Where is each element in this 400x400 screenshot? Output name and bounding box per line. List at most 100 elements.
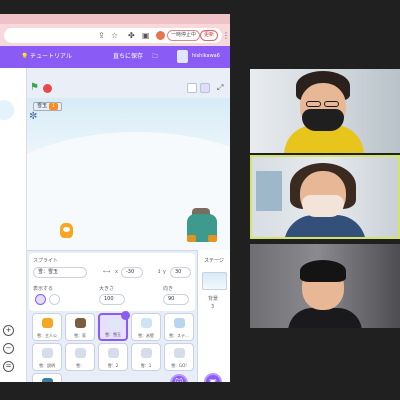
sprite-tile[interactable]: 雪： xyxy=(65,343,95,371)
sprite-tile[interactable]: 雪：氷壁 xyxy=(131,313,161,341)
tutorials-link[interactable]: チュートリアル xyxy=(30,51,72,62)
sprite-name-field[interactable]: 雪：雪玉 xyxy=(33,267,87,278)
sprite-info-panel: スプライト 雪：雪玉 ⟷ x -30 ↕ y 30 表示する 大きさ 100 向… xyxy=(29,253,195,311)
backdrops-count: 3 xyxy=(211,304,215,310)
variable-monitor: 雪玉 1 xyxy=(33,102,63,111)
participant-video-2[interactable] xyxy=(250,155,400,239)
bookshelf xyxy=(256,171,282,211)
robot-foot-left xyxy=(187,235,196,242)
share-icon[interactable]: ⇪ xyxy=(98,30,105,41)
tutorials-icon[interactable]: 💡 xyxy=(21,51,28,62)
stage-canvas[interactable]: 雪玉 1 ✼ xyxy=(27,98,230,250)
white-mask xyxy=(302,195,344,217)
x-label: x xyxy=(115,269,118,275)
update-button[interactable]: 更新 xyxy=(200,30,219,41)
sprite-tile-name: 雪：雪玉 xyxy=(105,332,121,337)
sprite-label: スプライト xyxy=(33,258,59,264)
sprite-tile[interactable]: 雪：2 xyxy=(98,343,128,371)
stage-panel-title: ステージ xyxy=(204,258,224,264)
sprite-tile-name: 雪：説明 xyxy=(39,363,55,368)
extension-icon[interactable]: ✤ xyxy=(128,30,135,41)
sprite-tile[interactable]: 雪：ボイ… xyxy=(32,373,62,382)
x-field[interactable]: -30 xyxy=(121,267,143,278)
sidebar-icon[interactable]: ▣ xyxy=(142,30,150,41)
size-field[interactable]: 100 xyxy=(99,294,125,305)
browser-tab-strip[interactable] xyxy=(0,14,230,24)
robot-foot-right xyxy=(208,235,217,242)
choose-sprite-icon[interactable]: 🐱 xyxy=(170,374,188,382)
code-area-bubble xyxy=(0,100,14,120)
profile-avatar[interactable] xyxy=(156,31,165,40)
stage-thumbnail[interactable] xyxy=(202,272,227,290)
y-arrows-icon: ↕ xyxy=(157,269,162,275)
hide-sprite-icon[interactable] xyxy=(49,294,60,305)
sprite-tile-name: 雪： xyxy=(76,363,84,368)
zoom-reset-icon[interactable]: = xyxy=(3,361,14,372)
save-now-link[interactable]: 直ちに保存 xyxy=(113,51,143,62)
desktop: ⇪ ☆ ✤ ▣ 一時停止中 更新 ⋮ 💡 チュートリアル 直ちに保存 🗀 his… xyxy=(0,0,400,400)
sprite-thumbnail xyxy=(141,318,152,328)
y-field[interactable]: 30 xyxy=(170,267,191,278)
normal-stage-icon[interactable] xyxy=(200,83,210,93)
variable-value: 1 xyxy=(49,103,59,110)
stage-target-pane[interactable]: ステージ 背景 3 ▣ xyxy=(197,250,230,382)
choose-backdrop-icon[interactable]: ▣ xyxy=(204,373,222,382)
direction-field[interactable]: 90 xyxy=(163,294,189,305)
sprite-thumbnail xyxy=(42,318,53,328)
sprite-thumbnail xyxy=(174,318,185,328)
sprite-thumbnail xyxy=(141,348,152,358)
stage-controls: ⚑ ⤢ xyxy=(27,68,230,98)
participant-video-3[interactable] xyxy=(250,244,400,328)
browser-menu-icon[interactable]: ⋮ xyxy=(222,30,230,41)
variable-name: 雪玉 xyxy=(37,103,48,109)
stop-icon[interactable] xyxy=(43,84,52,93)
fullscreen-icon[interactable]: ⤢ xyxy=(217,83,223,93)
dark-shirt xyxy=(288,308,362,328)
sprite-tile-name: 雪：ステ… xyxy=(169,333,189,338)
sprite-thumbnail xyxy=(42,348,53,358)
profile-status-chip[interactable]: 一時停止中 xyxy=(167,30,201,41)
participant-video-1[interactable] xyxy=(250,69,400,153)
black-mask xyxy=(302,109,344,131)
browser-chrome: ⇪ ☆ ✤ ▣ 一時停止中 更新 ⋮ xyxy=(0,14,230,46)
sprite-tile-name: 雪：1 xyxy=(140,363,152,368)
sprite-tile-name: 雪：家 xyxy=(74,333,86,338)
sprite-tile[interactable]: 雪：主人公 xyxy=(32,313,62,341)
sprite-thumbnail xyxy=(75,348,86,358)
zoom-in-icon[interactable]: + xyxy=(3,325,14,336)
scratch-menu-bar: 💡 チュートリアル 直ちに保存 🗀 hishikawa6 xyxy=(0,46,230,68)
size-label: 大きさ xyxy=(99,286,115,292)
show-sprite-icon[interactable] xyxy=(35,294,46,305)
hair xyxy=(300,260,346,282)
direction-label: 向き xyxy=(163,286,174,292)
sprite-thumbnail xyxy=(109,319,120,329)
sprite-tile-name: 雪：2 xyxy=(107,363,119,368)
glasses-right xyxy=(324,101,339,107)
shared-screen: ⇪ ☆ ✤ ▣ 一時停止中 更新 ⋮ 💡 チュートリアル 直ちに保存 🗀 his… xyxy=(0,14,230,382)
account-avatar[interactable] xyxy=(177,50,188,63)
snowflake-icon: ✼ xyxy=(29,111,38,122)
sprite-tile[interactable]: 雪：ステ… xyxy=(164,313,194,341)
small-stage-icon[interactable] xyxy=(187,83,197,93)
code-area[interactable]: + − = xyxy=(0,68,27,382)
zoom-out-icon[interactable]: − xyxy=(3,343,14,354)
glasses-left xyxy=(306,101,321,107)
sprite-thumbnail xyxy=(42,378,53,382)
bookmark-star-icon[interactable]: ☆ xyxy=(111,30,118,41)
delete-sprite-icon[interactable] xyxy=(121,311,130,320)
sprite-tile[interactable]: 雪：1 xyxy=(131,343,161,371)
green-flag-icon[interactable]: ⚑ xyxy=(30,83,39,93)
sprite-tile[interactable]: 雪：説明 xyxy=(32,343,62,371)
sprite-tile[interactable]: 雪：家 xyxy=(65,313,95,341)
sprite-thumbnail xyxy=(174,348,185,358)
show-label: 表示する xyxy=(33,286,54,292)
sprite-tile[interactable]: 雪：GO! xyxy=(164,343,194,371)
sprite-pane: スプライト 雪：雪玉 ⟷ x -30 ↕ y 30 表示する 大きさ 100 向… xyxy=(27,250,197,382)
sprite-thumbnail xyxy=(108,348,119,358)
sprite-tile-name: 雪：氷壁 xyxy=(138,333,154,338)
my-stuff-folder-icon[interactable]: 🗀 xyxy=(152,51,158,62)
cat-sprite[interactable] xyxy=(60,223,73,238)
username-link[interactable]: hishikawa6 xyxy=(192,51,220,62)
sprite-tile[interactable]: 雪：雪玉 xyxy=(98,311,130,341)
x-arrows-icon: ⟷ xyxy=(103,269,111,275)
